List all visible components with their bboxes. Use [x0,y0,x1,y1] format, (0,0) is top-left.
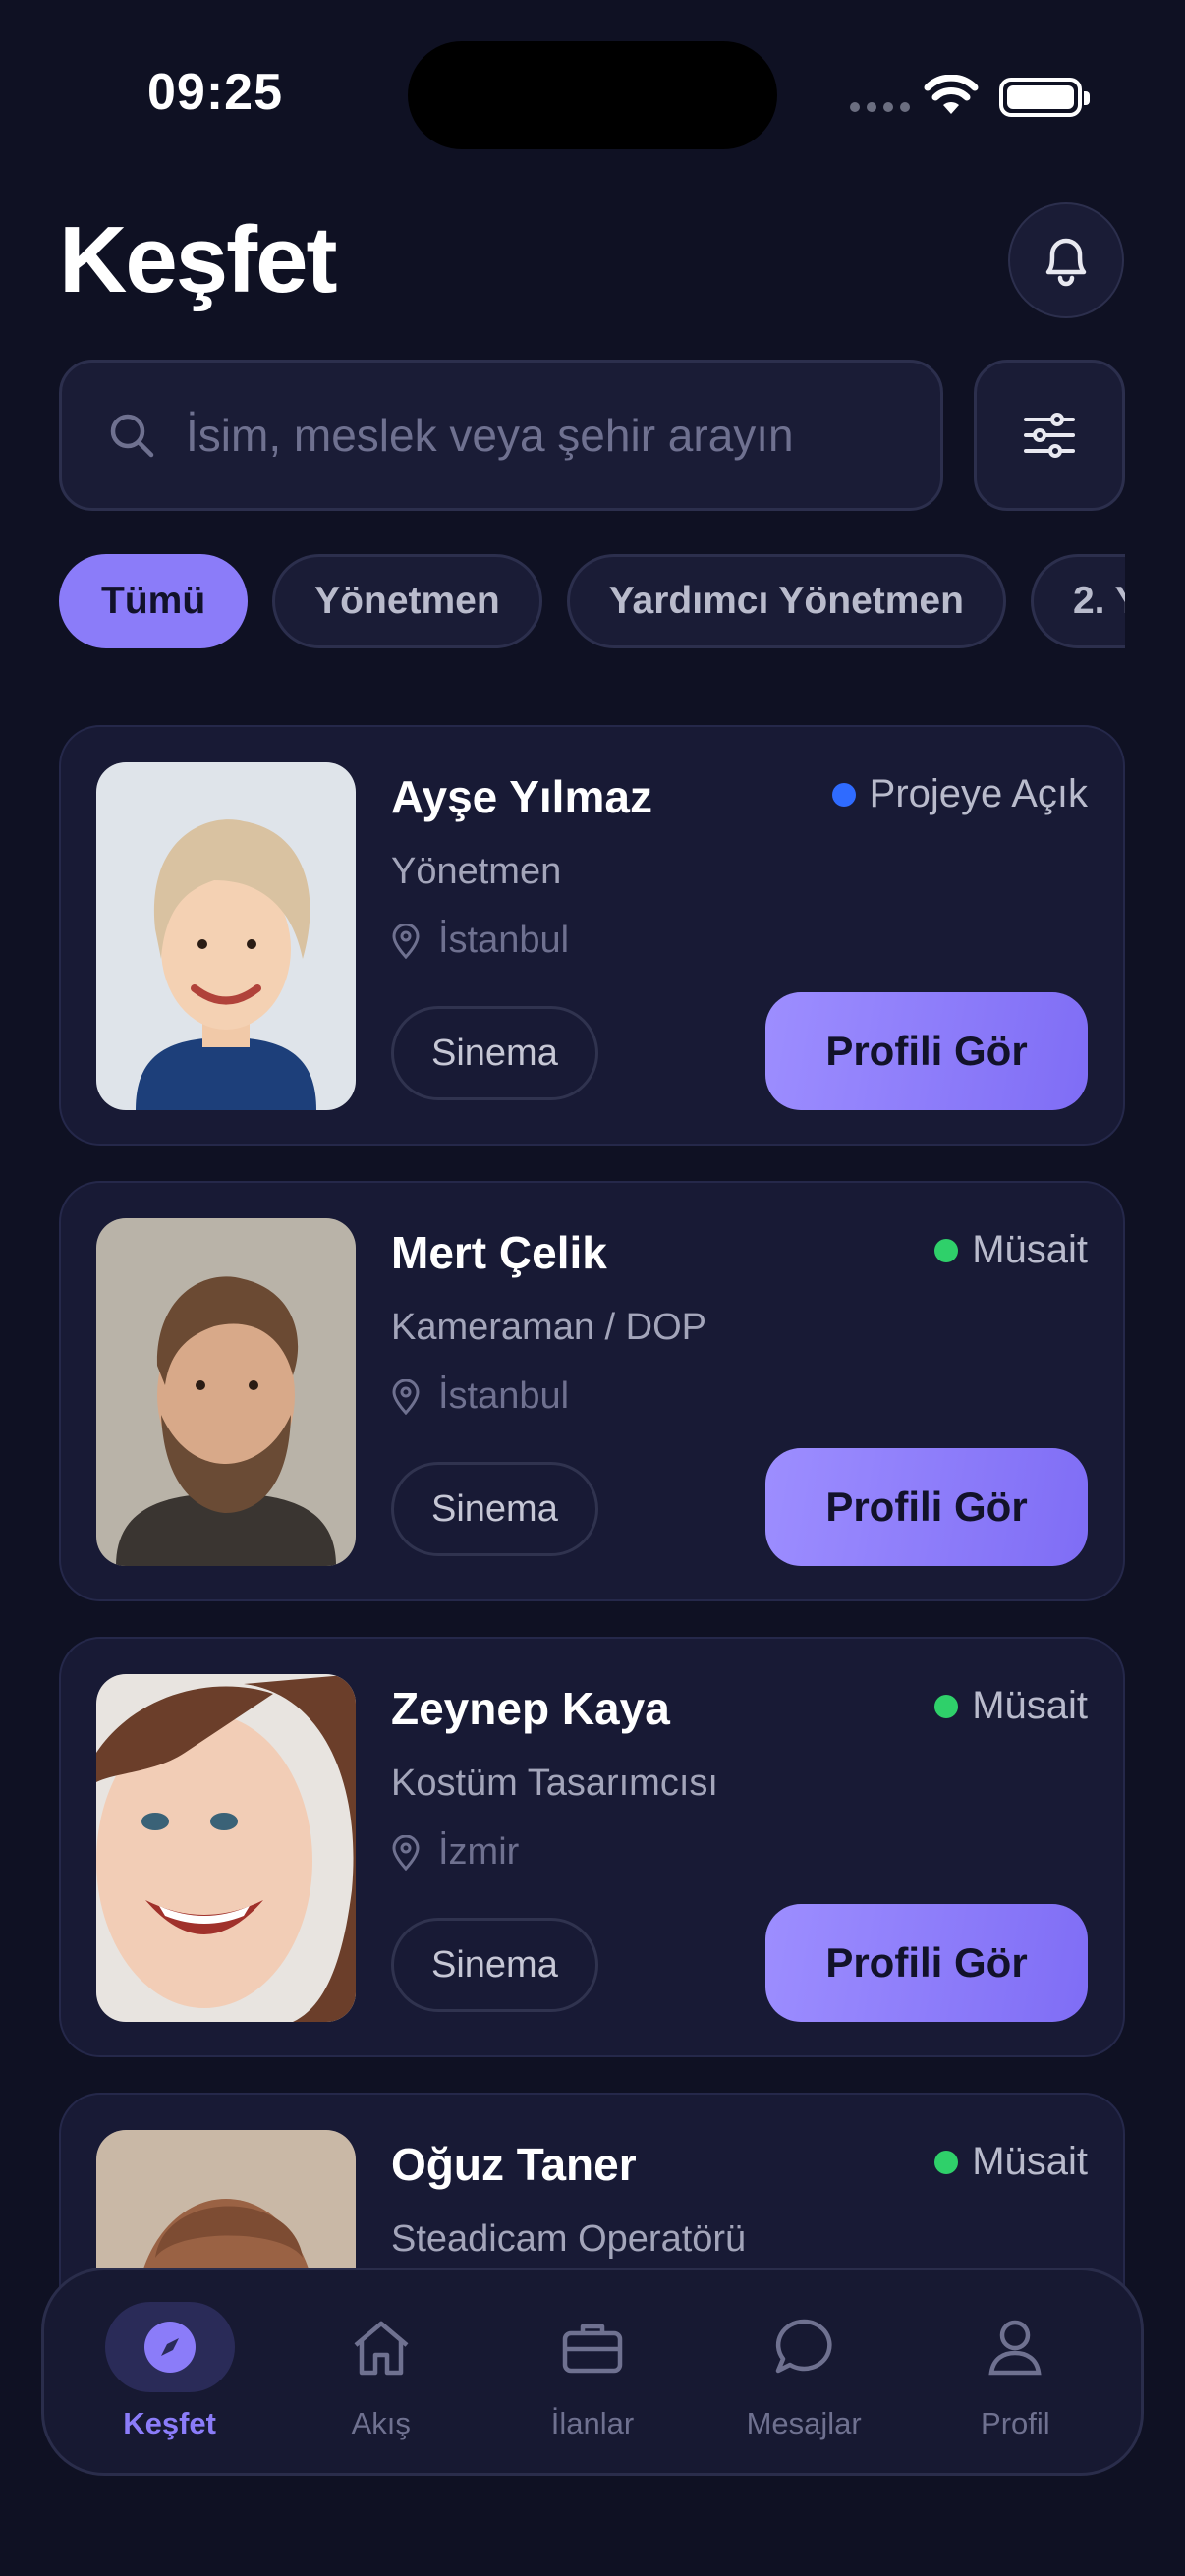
profile-name: Mert Çelik [391,1227,607,1278]
briefcase-icon [562,2324,623,2374]
view-profile-button[interactable]: Profili Gör [765,1904,1088,2022]
status-label: Müsait [972,2140,1088,2183]
availability-status: Müsait [934,1684,1088,1728]
page-title: Keşfet [59,207,337,312]
nav-item-discover[interactable]: Keşfet [72,2302,268,2441]
status-label: Projeye Açık [869,772,1088,815]
cellular-signal-icon [850,102,910,112]
profile-card: Zeynep Kaya Müsait Kostüm Tasarımcısı İz… [59,1637,1125,2057]
search-bar[interactable] [59,360,943,511]
wifi-icon [924,75,979,114]
notifications-button[interactable] [1008,202,1124,318]
profile-location: İstanbul [391,920,569,962]
status-label: Müsait [972,1684,1088,1727]
home-icon [354,2321,409,2376]
bottom-nav: Keşfet Akış İlanlar Mesajlar Profil [41,2268,1144,2476]
search-input[interactable] [186,409,913,462]
profile-card: Ayşe Yılmaz Projeye Açık Yönetmen İstanb… [59,725,1125,1146]
nav-item-messages[interactable]: Mesajlar [705,2302,902,2441]
category-tag: Sinema [391,1006,598,1100]
profile-card: Mert Çelik Müsait Kameraman / DOP İstanb… [59,1181,1125,1601]
chat-bubble-icon [775,2319,832,2374]
nav-item-listings[interactable]: İlanlar [494,2302,691,2441]
profile-location: İstanbul [391,1375,569,1418]
dynamic-island [408,41,777,149]
chip-director[interactable]: Yönetmen [272,554,542,648]
profile-role: Yönetmen [391,851,562,892]
profile-name: Ayşe Yılmaz [391,771,652,822]
location-label: İstanbul [438,920,570,961]
user-icon [988,2320,1042,2376]
nav-label: Profil [981,2406,1050,2440]
search-icon [110,414,154,458]
nav-label: Mesajlar [746,2406,862,2440]
view-profile-button[interactable]: Profili Gör [765,992,1088,1110]
nav-item-feed[interactable]: Akış [283,2302,480,2441]
status-label: Müsait [972,1228,1088,1271]
nav-item-profile[interactable]: Profil [917,2302,1113,2441]
map-pin-icon [392,1378,420,1415]
availability-status: Projeye Açık [831,772,1088,816]
filter-button[interactable] [974,360,1125,511]
category-chips: Tümü Yönetmen Yardımcı Yönetmen 2. Ya [59,554,1125,650]
profile-name: Zeynep Kaya [391,1683,670,1734]
profile-role: Kameraman / DOP [391,1307,706,1348]
discover-screen: 09:25 Keşfet Tümü Yönetmen Yardımcı Yön [0,0,1185,2576]
status-dot [934,1238,959,1262]
avatar [96,762,356,1110]
profile-name: Oğuz Taner [391,2139,637,2190]
category-tag: Sinema [391,1918,598,2012]
map-pin-icon [392,1834,420,1871]
status-time: 09:25 [147,64,283,121]
sliders-icon [1024,413,1075,458]
category-tag: Sinema [391,1462,598,1556]
profile-role: Steadicam Operatörü [391,2218,747,2260]
availability-status: Müsait [934,2140,1088,2184]
nav-label: Akış [351,2406,411,2440]
avatar [96,1218,356,1566]
view-profile-button[interactable]: Profili Gör [765,1448,1088,1566]
compass-icon [143,2322,196,2373]
location-label: İstanbul [438,1375,570,1417]
bell-icon [1045,238,1087,287]
availability-status: Müsait [934,1228,1088,1272]
status-dot [831,782,856,807]
status-dot [934,2150,959,2174]
profile-location: İzmir [391,1831,519,1874]
profile-role: Kostüm Tasarımcısı [391,1763,718,1804]
nav-label: İlanlar [550,2406,635,2440]
avatar [96,1674,356,2022]
chip-assistant-director[interactable]: Yardımcı Yönetmen [566,554,1006,648]
chip-second-assistant[interactable]: 2. Ya [1030,554,1125,648]
chip-all[interactable]: Tümü [59,554,249,648]
status-dot [934,1694,959,1718]
nav-label: Keşfet [123,2406,216,2440]
location-label: İzmir [438,1831,520,1873]
battery-icon [999,78,1090,117]
map-pin-icon [392,923,420,959]
